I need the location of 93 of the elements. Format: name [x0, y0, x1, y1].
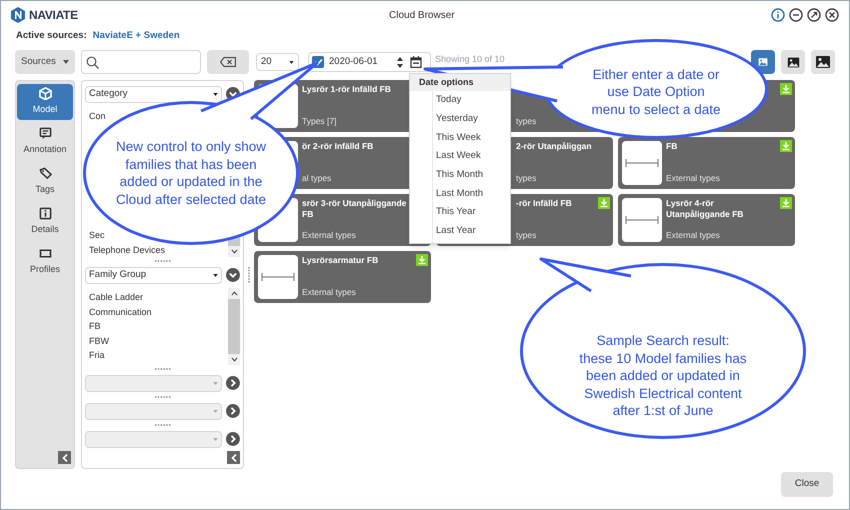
info-icon[interactable]: [771, 8, 785, 22]
result-subtitle: External types: [666, 229, 721, 242]
caret-icon: [213, 274, 218, 276]
window-title: Cloud Browser: [389, 8, 456, 22]
chevron-right-icon[interactable]: [226, 376, 240, 390]
logo-text: NAVIATE: [29, 7, 79, 24]
menu-item[interactable]: Yesterday: [433, 110, 510, 128]
result-title: srör 3-rör Utanpåliggande FB: [302, 198, 408, 220]
caret-icon: [213, 382, 218, 384]
menu-item[interactable]: This Year: [433, 203, 510, 222]
result-title: ör 2-rör Infälld FB: [302, 141, 374, 152]
menu-item[interactable]: Last Year: [433, 222, 510, 240]
filter-list-item[interactable]: FB: [85, 319, 105, 334]
clear-search-button[interactable]: [207, 50, 249, 74]
result-title: -rör Infälld FB: [516, 198, 573, 209]
search-field[interactable]: [81, 50, 201, 74]
image-icon: [786, 56, 800, 68]
result-count: Showing 10 of 10: [435, 53, 505, 66]
sources-dropdown[interactable]: Sources: [15, 50, 75, 74]
chevron-right-icon[interactable]: [226, 404, 240, 418]
result-title: Lysrör 1-rör Infälld FB: [302, 84, 392, 95]
result-subtitle: External types: [302, 229, 357, 242]
image-icon: [758, 57, 768, 67]
info-icon: [38, 207, 52, 220]
chevron-left-icon: [230, 454, 236, 462]
result-subtitle: External types: [666, 172, 721, 185]
chevron-left-icon: [62, 454, 68, 462]
menu-item[interactable]: Today: [433, 91, 510, 110]
nav-tab[interactable]: Model: [17, 84, 73, 120]
result-title: 2-rör Utanpåliggan: [516, 141, 593, 152]
logo-icon: [11, 7, 25, 23]
caret-icon: [213, 438, 218, 440]
fixture-drawing: [625, 215, 659, 225]
filter-list-item[interactable]: Fria: [85, 348, 108, 362]
menu-item[interactable]: Last Week: [433, 147, 510, 166]
menu-item[interactable]: This Month: [433, 166, 510, 184]
checkmark-icon: [314, 58, 322, 66]
callout-tooltip: Sample Search result: these 10 Model families has been added or updated in Swedish Electrical content after 1:st of June: [520, 263, 806, 439]
ticket-icon: [38, 247, 52, 260]
nav-tab[interactable]: Annotation: [17, 124, 73, 160]
backspace-icon: [220, 57, 236, 67]
result-card[interactable]: FB External types: [618, 137, 795, 189]
menu-header: Date options: [410, 74, 510, 91]
active-sources-label: Active sources:: [16, 28, 87, 43]
result-subtitle: types: [516, 229, 538, 242]
spinner-icon[interactable]: [397, 56, 403, 68]
filter-list-item[interactable]: Cable Ladder: [85, 290, 148, 304]
speech-bubble-icon: [38, 127, 52, 140]
chevron-down-icon: [230, 249, 238, 254]
filter-list-item[interactable]: Communication: [85, 304, 156, 319]
close-icon[interactable]: [825, 8, 839, 22]
nav-tab[interactable]: Details: [17, 204, 73, 240]
minimize-icon[interactable]: [789, 8, 803, 22]
collapse-button[interactable]: [227, 451, 240, 464]
fixture-drawing: [625, 158, 659, 168]
scrollbar[interactable]: [228, 288, 240, 365]
nav-tab[interactable]: Profiles: [17, 244, 73, 280]
result-subtitle: types: [516, 172, 538, 185]
filter-dropdown[interactable]: Category: [85, 86, 222, 102]
result-title: FB: [666, 141, 678, 152]
view-size-button[interactable]: [811, 50, 835, 74]
caret-icon: [213, 92, 218, 96]
calendar-icon[interactable]: [410, 56, 422, 68]
image-icon: [815, 54, 831, 70]
nav-tab[interactable]: Tags: [17, 164, 73, 200]
search-icon: [86, 56, 99, 68]
scrollbar-thumb[interactable]: [228, 299, 240, 354]
close-button[interactable]: Close: [781, 472, 833, 497]
result-subtitle: types: [516, 115, 538, 128]
result-subtitle: Types [7]: [302, 115, 338, 128]
chevron-up-icon: [230, 291, 238, 296]
chevron-down-icon: [230, 357, 238, 362]
result-title: Lysrör 4-rör Utanpåliggande FB: [666, 198, 744, 220]
result-card[interactable]: Lysrör 4-rör Utanpåliggande FB External types: [618, 194, 795, 246]
collapse-button[interactable]: [58, 451, 71, 464]
result-subtitle: External types: [302, 286, 357, 299]
caret-icon: [63, 60, 69, 64]
active-sources-value: NaviateE + Sweden: [92, 28, 180, 43]
filter-list-item[interactable]: FBW: [85, 334, 113, 348]
tag-icon: [38, 167, 52, 180]
filter-dropdown[interactable]: Family Group: [85, 266, 222, 284]
result-title: Lysrörsarmatur FB: [302, 255, 380, 266]
view-size-button[interactable]: [781, 50, 805, 74]
filter-list-item[interactable]: Telephone Devices: [85, 242, 170, 257]
result-subtitle: al types: [302, 172, 332, 185]
restore-icon[interactable]: [807, 8, 821, 22]
result-card[interactable]: Lysrörsarmatur FB External types: [254, 251, 431, 303]
chevron-right-icon[interactable]: [226, 432, 240, 446]
cube-icon: [38, 87, 52, 100]
caret-icon: [213, 410, 218, 412]
fixture-drawing: [261, 272, 295, 282]
page-size-dropdown[interactable]: 20: [256, 53, 299, 71]
chevron-down-icon[interactable]: [226, 268, 240, 282]
